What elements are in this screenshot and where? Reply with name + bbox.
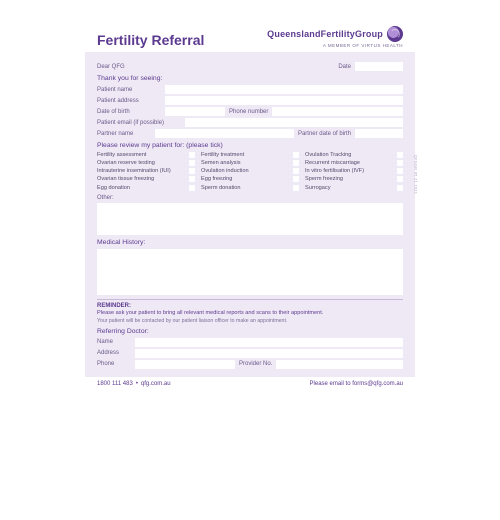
checkbox-icon[interactable]: [189, 152, 195, 158]
page-title: Fertility Referral: [97, 32, 204, 48]
review-option[interactable]: Surrogacy: [305, 185, 403, 191]
label-dob: Date of birth: [97, 109, 161, 115]
footer-right: Please email to forms@qfg.com.au: [310, 381, 403, 387]
checkbox-icon[interactable]: [189, 160, 195, 166]
patient-address-field[interactable]: [165, 96, 403, 105]
review-option[interactable]: In vitro fertilisation (IVF): [305, 168, 403, 174]
review-option[interactable]: Ovarian reserve testing: [97, 160, 195, 166]
email-field[interactable]: [185, 118, 403, 127]
label-phone: Phone number: [229, 109, 268, 115]
label-doc-address: Address: [97, 350, 131, 356]
checkbox-icon[interactable]: [397, 185, 403, 191]
review-option[interactable]: Sperm freezing: [305, 176, 403, 182]
patient-name-field[interactable]: [165, 85, 403, 94]
review-option[interactable]: Ovulation Tracking: [305, 152, 403, 158]
checkbox-icon[interactable]: [189, 176, 195, 182]
form-code: QFGGR 05.21.2021: [413, 155, 417, 194]
label-partner-name: Partner name: [97, 131, 151, 137]
reminder-sub: Your patient will be contacted by our pa…: [97, 318, 403, 324]
review-option[interactable]: Ovulation induction: [201, 168, 299, 174]
review-option[interactable]: Sperm donation: [201, 185, 299, 191]
reminder-line: Please ask your patient to bring all rel…: [97, 310, 403, 317]
brand-logo-icon: [387, 26, 403, 42]
checkbox-icon[interactable]: [189, 185, 195, 191]
footer-left: 1800 111 483•qfg.com.au: [97, 381, 171, 387]
partner-dob-field[interactable]: [355, 129, 403, 138]
checkbox-icon[interactable]: [397, 168, 403, 174]
section-referring: Referring Doctor:: [97, 328, 403, 335]
checkbox-icon[interactable]: [293, 152, 299, 158]
label-patient-address: Patient address: [97, 98, 161, 104]
dob-field[interactable]: [165, 107, 225, 116]
label-doc-phone: Phone: [97, 361, 131, 367]
other-textarea[interactable]: [97, 203, 403, 235]
checkbox-icon[interactable]: [293, 168, 299, 174]
review-option[interactable]: Recurrent miscarriage: [305, 160, 403, 166]
checkbox-icon[interactable]: [189, 168, 195, 174]
date-field[interactable]: [355, 62, 403, 71]
review-option[interactable]: Fertility treatment: [201, 152, 299, 158]
section-history: Medical History:: [97, 239, 403, 246]
checkbox-icon[interactable]: [397, 160, 403, 166]
brand-block: QueenslandFertilityGroup A MEMBER OF VIR…: [267, 26, 403, 48]
provider-field[interactable]: [276, 360, 403, 369]
review-option[interactable]: Fertility assessment: [97, 152, 195, 158]
label-doc-name: Name: [97, 339, 131, 345]
label-partner-dob: Partner date of birth: [298, 131, 351, 137]
doc-phone-field[interactable]: [135, 360, 235, 369]
checkbox-icon[interactable]: [293, 160, 299, 166]
brand-subtitle: A MEMBER OF VIRTUS HEALTH: [267, 43, 403, 48]
review-option[interactable]: Egg freezing: [201, 176, 299, 182]
review-option[interactable]: Ovarian tissue freezing: [97, 176, 195, 182]
review-option[interactable]: Semen analysis: [201, 160, 299, 166]
checkbox-icon[interactable]: [397, 152, 403, 158]
reminder-title: REMINDER:: [97, 303, 403, 309]
history-textarea[interactable]: [97, 249, 403, 295]
partner-name-field[interactable]: [155, 129, 294, 138]
checkbox-icon[interactable]: [293, 176, 299, 182]
salutation: Dear QFG: [97, 64, 125, 70]
section-seeing: Thank you for seeing:: [97, 75, 403, 82]
footer-email: forms@qfg.com.au: [352, 381, 403, 387]
label-patient-name: Patient name: [97, 87, 161, 93]
label-other: Other:: [97, 195, 403, 201]
doc-name-field[interactable]: [135, 338, 403, 347]
label-email: Patient email (if possible): [97, 120, 181, 126]
footer-phone: 1800 111 483: [97, 381, 133, 387]
doc-address-field[interactable]: [135, 349, 403, 358]
footer-site: qfg.com.au: [141, 381, 171, 387]
date-label: Date: [338, 64, 351, 70]
review-option[interactable]: Egg donation: [97, 185, 195, 191]
checkbox-icon[interactable]: [397, 176, 403, 182]
review-grid: Fertility assessment Fertility treatment…: [97, 152, 403, 191]
label-provider: Provider No.: [239, 361, 272, 367]
brand-name: QueenslandFertilityGroup: [267, 29, 383, 39]
checkbox-icon[interactable]: [293, 185, 299, 191]
section-review: Please review my patient for: (please ti…: [97, 142, 403, 149]
phone-field[interactable]: [272, 107, 403, 116]
review-option[interactable]: Intrauterine insemination (IUI): [97, 168, 195, 174]
